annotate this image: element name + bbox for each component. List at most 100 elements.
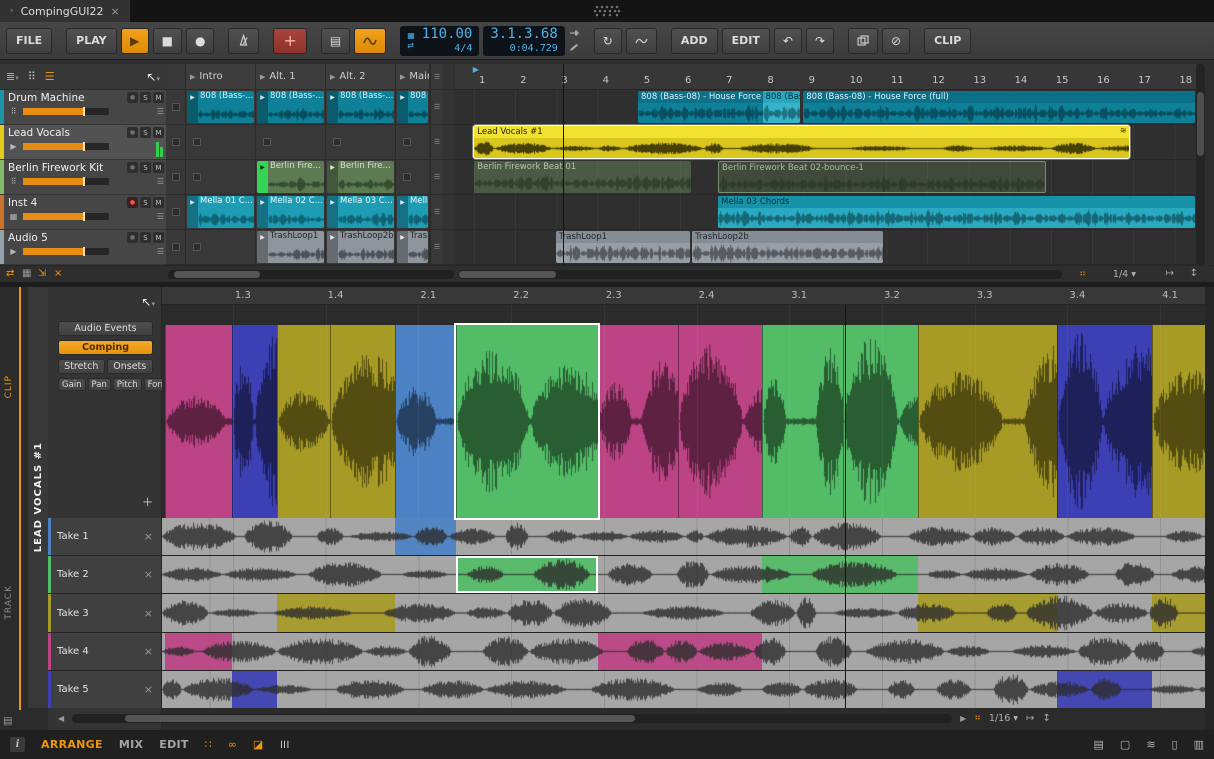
track-name[interactable]: Drum Machine [8,92,119,104]
clip-slot[interactable] [186,160,256,194]
clip-play-icon[interactable]: ▶ [257,91,268,123]
browser-panel-icon[interactable]: ▤ [1094,738,1104,751]
clip-play-icon[interactable]: ▶ [327,196,338,228]
time-signature-display[interactable]: 4/4 [454,43,472,54]
launcher-clip[interactable]: ▶Mella 01 C... [187,196,254,228]
take-row[interactable]: Take 1× [48,518,161,555]
clip-slot[interactable]: ▶808 (Bass-... [326,90,396,124]
clip-stop-cell[interactable] [166,230,186,264]
snap-mode-icon[interactable]: ↦ [1166,268,1174,279]
track-mute-button[interactable]: M [153,162,164,173]
track-mute-button[interactable]: M [153,127,164,138]
clip-play-icon[interactable]: ▶ [327,91,338,123]
track-header[interactable]: Inst 4▦●SM☰ [0,195,166,230]
track-arm-button[interactable]: ● [127,127,138,138]
clip-slot[interactable]: ▶808 (Bass-... [256,90,326,124]
take-highlight[interactable] [762,556,918,593]
clip-slot[interactable]: ▶TrashLoop2b [326,230,396,264]
info-icon[interactable]: i [10,737,25,752]
clip-play-icon[interactable]: ▶ [257,161,268,193]
mixer-panel-icon[interactable]: ▥ [1194,738,1204,751]
track-solo-button[interactable]: S [140,127,151,138]
track-list-icon[interactable]: ≣▾ [6,70,19,83]
loop-button[interactable]: ↻ [594,28,622,54]
take-lane[interactable] [162,594,1205,631]
comp-segment[interactable] [330,325,395,518]
count-in-icon[interactable]: ▦ [407,32,415,40]
take-lane[interactable] [162,671,1205,708]
track-header[interactable]: Audio 5▶●SM☰ [0,230,166,265]
groove-icon[interactable]: ⠶ [974,713,981,723]
track-lane-menu[interactable]: ☰ [430,90,443,124]
launcher-clip[interactable]: ▶TrashLoop1 [257,231,324,263]
vscroll-thumb[interactable] [1197,92,1204,156]
take-lane[interactable] [162,556,1205,593]
onsets-button[interactable]: Onsets [107,359,154,374]
play-menu-button[interactable]: PLAY [66,28,117,54]
project-tab[interactable]: › CompingGUI22 × [0,0,130,22]
plus-button[interactable]: + [273,28,306,54]
track-name[interactable]: Lead Vocals [8,127,119,139]
meter-bars-icon[interactable]: ☰ [278,740,289,749]
launcher-hscrollbar[interactable] [168,270,454,279]
duplicate-icon[interactable] [848,28,878,54]
clip-stop-cell[interactable] [166,195,186,229]
take-lane[interactable] [162,633,1205,670]
arranger-clip[interactable]: Berlin Firework Beat 02-bounce-1 [718,161,1046,193]
file-panel-icon[interactable]: ▢ [1120,738,1130,751]
track-menu-icon[interactable]: ☰ [157,212,164,221]
launcher-clip[interactable]: ▶808 (Bass-... [327,91,394,123]
track-name[interactable]: Berlin Firework Kit [8,162,119,174]
take-highlight[interactable] [456,556,598,593]
position-display[interactable]: 3.1.3.68 [490,27,557,42]
track-mute-button[interactable]: M [153,232,164,243]
scene-header[interactable]: ▶Alt. 1 [256,64,326,89]
metronome-button[interactable] [228,28,259,54]
arranger-clip[interactable]: 808 (Bas [763,91,800,123]
launcher-clip[interactable]: ▶808 (Bas [397,91,428,123]
scroll-left-icon[interactable]: ◀ [58,714,64,723]
pan-button[interactable]: Pan [88,378,111,391]
comp-segment[interactable] [918,325,1057,518]
arranger-clip[interactable]: Mella 03 Chords [718,196,1195,228]
scene-play-icon[interactable]: ▶ [330,73,335,81]
layers-icon[interactable]: ▤ [3,716,12,727]
clip-slot[interactable]: ▶Berlin Fire... [256,160,326,194]
edit-view-button[interactable]: EDIT [159,738,188,751]
arranger-track-lane[interactable]: TrashLoop1TrashLoop2b [455,230,1196,265]
redo-icon[interactable]: ↷ [806,28,834,54]
take-highlight[interactable] [232,671,277,708]
track-solo-button[interactable]: S [140,232,151,243]
take-remove-icon[interactable]: × [144,683,153,696]
take-remove-icon[interactable]: × [144,645,153,658]
track-arm-button[interactable]: ● [127,197,138,208]
clip-slot[interactable]: ▶808 (Bass-... [186,90,256,124]
clip-stop-cell[interactable] [166,160,186,194]
comp-segment[interactable] [395,325,457,518]
clip-slot[interactable]: ▶Mella [396,195,430,229]
arranger-track-lane[interactable]: Berlin Firework Beat 01Berlin Firework B… [455,160,1196,195]
mouse-icon[interactable]: ▯ [1172,738,1178,751]
track-volume-slider[interactable] [23,248,109,255]
track-volume-slider[interactable] [23,178,109,185]
clip-slot[interactable]: ▶Mella 03 C... [326,195,396,229]
launcher-clip[interactable]: ▶Mella [397,196,428,228]
take-highlight[interactable] [277,594,395,631]
clip-play-icon[interactable]: ▶ [397,196,408,228]
arranger-track-lane[interactable]: 808 (Bass-08) - House Force (808 (Bas808… [455,90,1196,125]
link-icon[interactable]: ∞ [228,738,237,751]
launcher-clip[interactable]: ▶808 (Bass-... [257,91,324,123]
scene-header[interactable]: ▶Main [396,64,430,89]
clip-play-icon[interactable]: ▶ [397,231,408,263]
hscroll-thumb[interactable] [459,271,556,278]
auto-scroll-icon[interactable]: ⇄ [6,268,14,279]
scene-play-icon[interactable]: ▶ [260,73,265,81]
launcher-clip[interactable]: ▶Trash [397,231,428,263]
fader-icon[interactable] [569,27,580,40]
track-menu-icon[interactable]: ☰ [157,247,164,256]
play-button[interactable]: ▶ [121,28,149,54]
stretch-button[interactable]: Stretch [58,359,105,374]
arrange-view-button[interactable]: ARRANGE [41,738,103,751]
take-highlight[interactable] [918,594,1057,631]
take-highlight[interactable] [395,518,457,555]
